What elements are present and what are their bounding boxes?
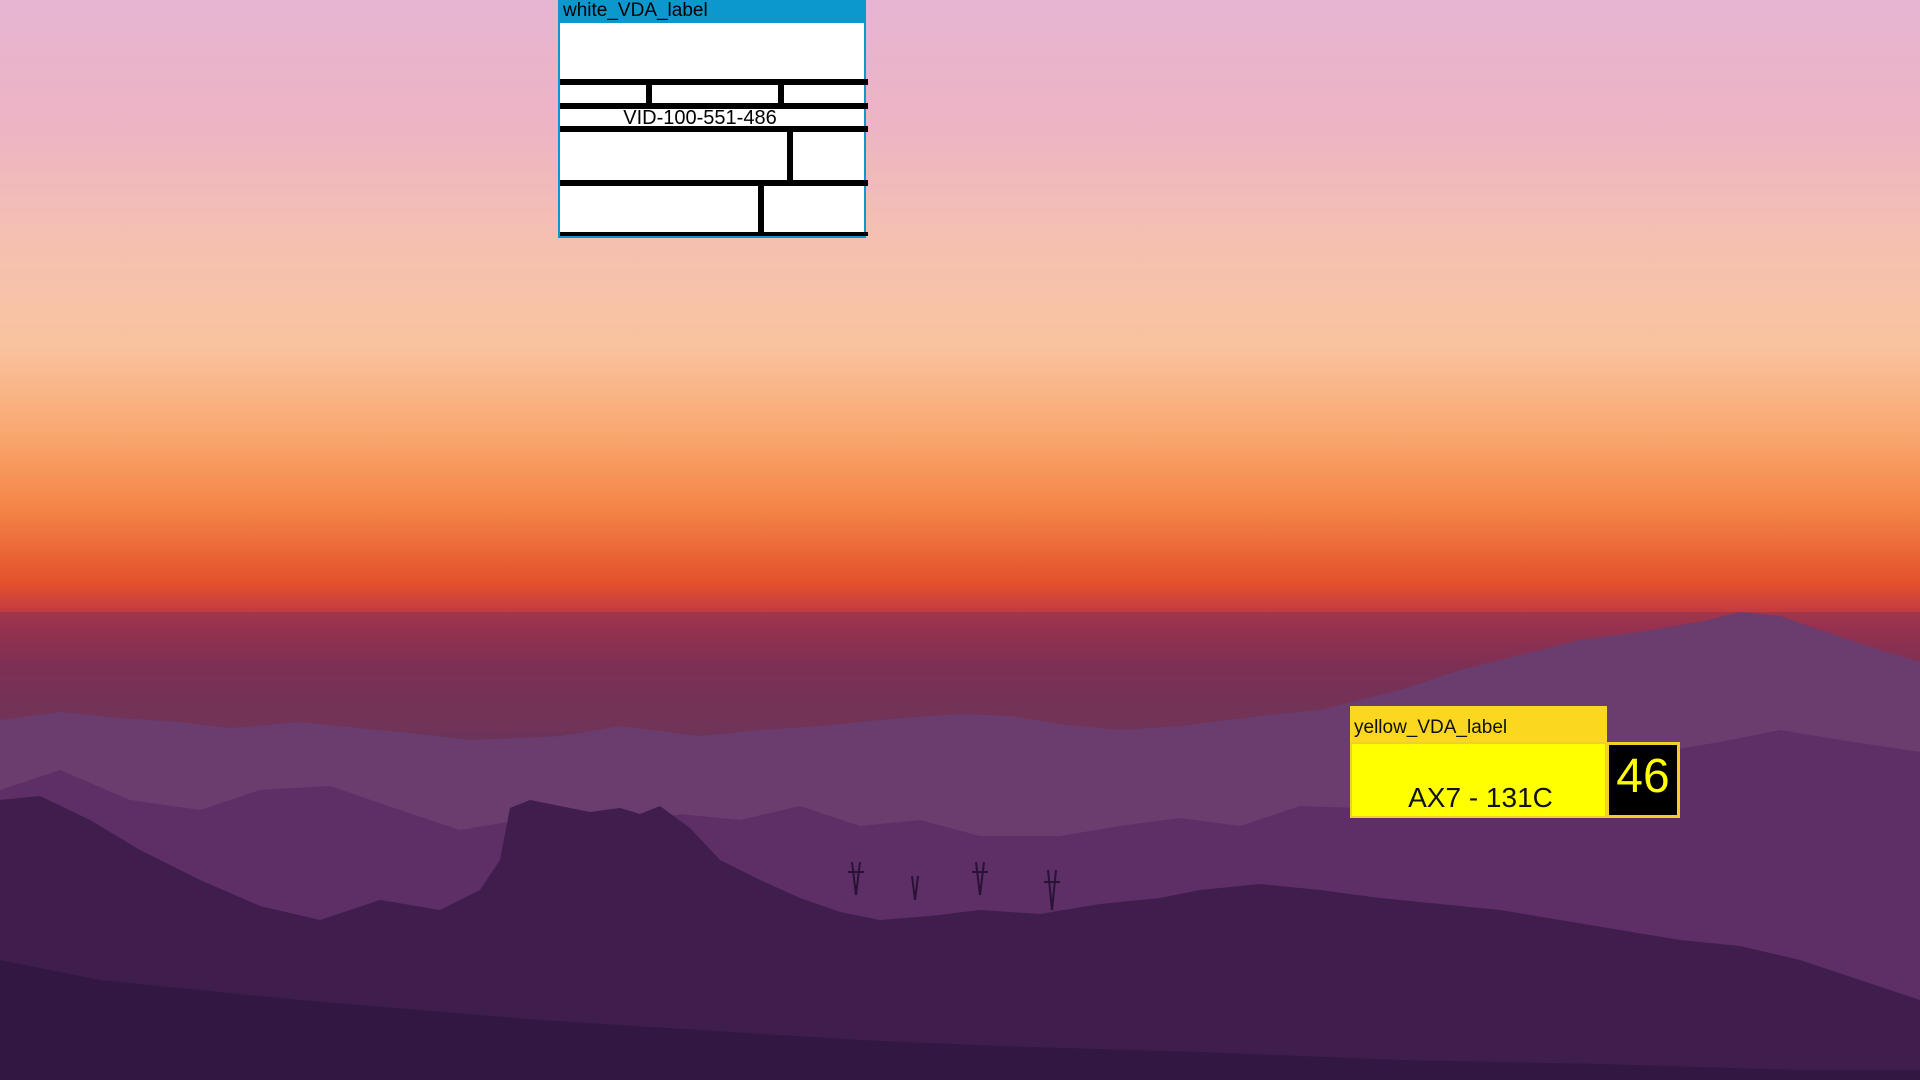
label-code: AX7 - 131C <box>1408 782 1553 813</box>
white-vda-label-window[interactable]: white_VDA_label VID-100-551-486 <box>558 0 868 238</box>
divider-line <box>778 85 784 105</box>
yellow-window-title: yellow_VDA_label <box>1354 717 1508 738</box>
counter-badge: 46 <box>1606 742 1680 818</box>
divider-line <box>560 232 868 236</box>
divider-line <box>758 186 764 234</box>
mountain-landscape-wallpaper <box>0 612 1920 1080</box>
divider-line <box>560 126 868 132</box>
divider-line <box>560 180 868 186</box>
divider-line <box>646 85 652 105</box>
divider-line <box>560 79 868 85</box>
vid-identifier: VID-100-551-486 <box>623 107 777 129</box>
yellow-vda-label-window[interactable]: yellow_VDA_label AX7 - 131C 46 <box>1350 706 1680 818</box>
divider-line <box>787 132 793 182</box>
white-window-title: white_VDA_label <box>563 2 708 21</box>
yellow-window-titlebar[interactable]: yellow_VDA_label <box>1350 706 1607 742</box>
yellow-label-body: AX7 - 131C <box>1350 742 1607 818</box>
desktop: white_VDA_label VID-100-551-486 yellow_V… <box>0 0 1920 1080</box>
white-window-titlebar[interactable]: white_VDA_label <box>560 2 864 23</box>
